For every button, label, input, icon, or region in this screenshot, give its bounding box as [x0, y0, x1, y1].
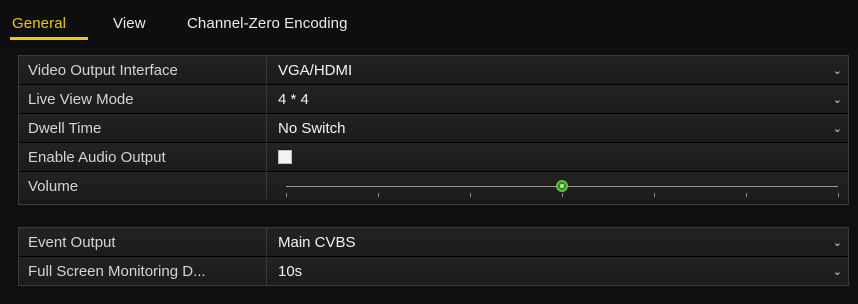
tab-view[interactable]: View — [113, 15, 146, 32]
chevron-down-icon[interactable]: ⌄ — [833, 64, 842, 77]
enable-audio-output-row: Enable Audio Output — [19, 143, 848, 172]
slider-knob-icon[interactable] — [556, 180, 568, 192]
active-tab-underline — [10, 37, 88, 40]
tab-general[interactable]: General — [12, 15, 66, 32]
chevron-down-icon[interactable]: ⌄ — [833, 122, 842, 135]
live-view-mode-row: Live View Mode 4 * 4 ⌄ — [19, 85, 848, 114]
volume-slider-tick — [838, 193, 839, 197]
full-screen-monitoring-row: Full Screen Monitoring D... 10s ⌄ — [19, 257, 848, 285]
chevron-down-icon[interactable]: ⌄ — [833, 93, 842, 106]
video-output-interface-select[interactable]: VGA/HDMI — [278, 62, 352, 79]
volume-slider-tick — [562, 193, 563, 197]
dwell-time-row: Dwell Time No Switch ⌄ — [19, 114, 848, 143]
full-screen-monitoring-label: Full Screen Monitoring D... — [28, 263, 206, 280]
general-settings-panel: Video Output Interface VGA/HDMI ⌄ Live V… — [18, 55, 849, 205]
volume-row: Volume — [19, 172, 848, 200]
video-output-interface-label: Video Output Interface — [28, 62, 178, 79]
volume-slider-tick — [654, 193, 655, 197]
tab-bar: General View Channel-Zero Encoding — [0, 0, 858, 44]
enable-audio-output-label: Enable Audio Output — [28, 149, 166, 166]
dwell-time-label: Dwell Time — [28, 120, 102, 137]
chevron-down-icon[interactable]: ⌄ — [833, 236, 842, 249]
full-screen-monitoring-select[interactable]: 10s — [278, 263, 302, 280]
event-output-row: Event Output Main CVBS ⌄ — [19, 228, 848, 257]
volume-slider-tick — [286, 193, 287, 197]
volume-label: Volume — [28, 178, 79, 195]
live-view-mode-label: Live View Mode — [28, 91, 134, 108]
output-settings-panel: Event Output Main CVBS ⌄ Full Screen Mon… — [18, 227, 849, 286]
chevron-down-icon[interactable]: ⌄ — [833, 265, 842, 278]
video-output-interface-row: Video Output Interface VGA/HDMI ⌄ — [19, 56, 848, 85]
enable-audio-output-checkbox[interactable] — [278, 150, 292, 164]
volume-slider-tick — [378, 193, 379, 197]
live-view-mode-select[interactable]: 4 * 4 — [278, 91, 309, 108]
event-output-select[interactable]: Main CVBS — [278, 234, 356, 251]
dwell-time-select[interactable]: No Switch — [278, 120, 346, 137]
tab-channel-zero-encoding[interactable]: Channel-Zero Encoding — [187, 15, 348, 32]
volume-slider-tick — [470, 193, 471, 197]
volume-slider-tick — [746, 193, 747, 197]
event-output-label: Event Output — [28, 234, 116, 251]
